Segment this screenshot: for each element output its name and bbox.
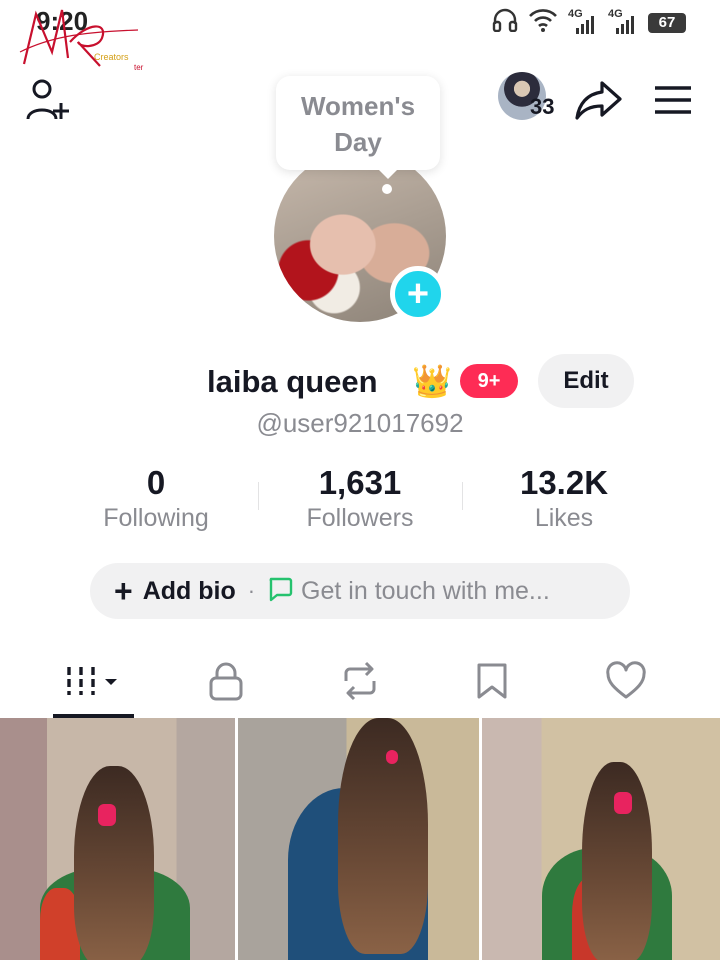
thumbnail-art — [338, 718, 429, 954]
tab-saved[interactable] — [462, 648, 522, 714]
event-tooltip[interactable]: Women's Day — [276, 76, 440, 179]
add-bio-button[interactable]: Add bio — [143, 577, 236, 606]
stat-value: 0 — [146, 464, 166, 501]
message-icon — [267, 576, 293, 607]
tab-liked[interactable] — [594, 648, 658, 714]
share-button[interactable] — [572, 74, 624, 126]
username: @user921017692 — [256, 408, 464, 438]
video-grid — [0, 718, 720, 960]
edit-profile-button[interactable]: Edit — [538, 354, 634, 408]
bio-row: + Add bio · Get in touch with me... — [90, 563, 630, 619]
hamburger-menu-icon — [655, 86, 691, 114]
plus-icon: + — [406, 273, 430, 315]
lock-icon — [209, 662, 243, 701]
headphones-icon — [492, 8, 518, 37]
stat-followers[interactable]: 1,631 Followers — [260, 464, 460, 534]
thumbnail-art — [74, 766, 154, 960]
watermark-logo: Creators ter — [18, 2, 158, 74]
wifi-icon — [528, 8, 558, 37]
stat-divider — [258, 482, 259, 510]
network-type-2: 4G — [608, 7, 623, 20]
display-name: laiba queen — [207, 364, 378, 399]
thumbnail-art — [614, 792, 632, 814]
heart-icon — [606, 661, 646, 699]
profile-screen: 9:20 4G 4G 67 Creators ter 33 + Women's … — [0, 0, 720, 960]
battery-indicator: 67 — [648, 12, 686, 33]
bio-separator: · — [247, 578, 256, 603]
video-thumbnail[interactable] — [0, 718, 236, 960]
stat-label: Likes — [534, 504, 594, 532]
profile-avatar-area: + — [274, 150, 446, 322]
cell-signal-1: 4G — [568, 7, 598, 36]
videos-grid-icon — [66, 667, 117, 695]
stat-divider — [462, 482, 463, 510]
stat-value: 1,631 — [318, 464, 402, 501]
add-friend-button[interactable] — [22, 74, 74, 126]
watermark-line1: Creators — [94, 52, 129, 62]
tab-videos[interactable] — [53, 648, 134, 714]
profile-stats: 0 Following 1,631 Followers 13.2K Likes — [0, 464, 720, 538]
name-row: laiba queen 👑 9+ Edit — [0, 354, 720, 410]
contact-link[interactable]: Get in touch with me... — [301, 577, 550, 606]
tooltip-line1: Women's — [300, 91, 416, 121]
video-thumbnail[interactable] — [238, 718, 479, 960]
story-count: 33 — [530, 94, 555, 119]
video-thumbnail[interactable] — [482, 718, 720, 960]
menu-button[interactable] — [648, 74, 698, 126]
thumbnail-art — [98, 804, 116, 826]
tab-reposts[interactable] — [330, 648, 390, 714]
add-story-button[interactable]: + — [390, 266, 446, 322]
thumbnail-art — [386, 750, 399, 764]
tooltip-line2: Day — [334, 127, 382, 157]
network-type-1: 4G — [568, 7, 583, 20]
notification-badge[interactable]: 9+ — [460, 364, 518, 398]
stat-likes[interactable]: 13.2K Likes — [464, 464, 664, 534]
stat-following[interactable]: 0 Following — [56, 464, 256, 534]
bookmark-icon — [477, 663, 507, 699]
stat-label: Following — [103, 504, 209, 532]
share-icon — [575, 81, 622, 120]
tab-private[interactable] — [196, 648, 256, 714]
add-bio-plus[interactable]: + — [114, 575, 133, 607]
content-tabs — [0, 648, 720, 718]
tooltip-pointer-dot — [382, 184, 392, 194]
cell-signal-2: 4G — [608, 7, 638, 36]
stat-value: 13.2K — [519, 464, 609, 501]
stat-label: Followers — [306, 504, 414, 532]
crown-icon: 👑 — [412, 363, 452, 399]
status-icons: 4G 4G 67 — [492, 8, 686, 37]
add-user-icon — [26, 79, 69, 120]
repost-icon — [344, 661, 376, 701]
